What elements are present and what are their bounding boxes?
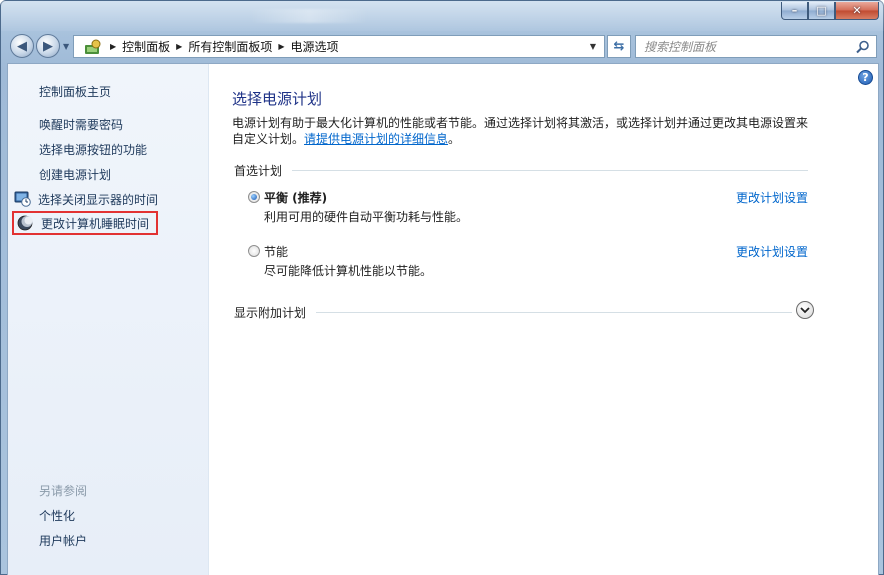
sidebar-item-create-plan[interactable]: 创建电源计划 — [12, 162, 158, 186]
sidebar-item-label: 选择关闭显示器的时间 — [38, 192, 159, 207]
title-bar[interactable]: – □ ✕ — [1, 1, 884, 31]
sidebar-item-wake-password[interactable]: 唤醒时需要密码 — [12, 112, 158, 136]
expand-button[interactable] — [796, 301, 814, 319]
sidebar-item-display-off[interactable]: 选择关闭显示器的时间 — [12, 187, 158, 211]
plan-description: 尽可能降低计算机性能以节能。 — [264, 264, 433, 278]
plan-power-saver-radio[interactable] — [248, 245, 260, 257]
address-bar[interactable]: ▶ 控制面板 ▶ 所有控制面板项 ▶ 电源选项 ▼ — [73, 35, 605, 58]
sidebar-item-power-buttons[interactable]: 选择电源按钮的功能 — [12, 137, 158, 161]
sidebar-item-label: 创建电源计划 — [39, 167, 112, 182]
page-description: 电源计划有助于最大化计算机的性能或者节能。通过选择计划将其激活，或选择计划并通过… — [232, 115, 812, 147]
breadcrumb-separator-icon[interactable]: ▶ — [278, 42, 284, 51]
maximize-button[interactable]: □ — [808, 2, 835, 20]
control-panel-icon — [82, 38, 104, 56]
content-area: 控制面板主页 唤醒时需要密码 选择电源按钮的功能 创建电源计划 选择关闭显示器的… — [7, 63, 879, 575]
refresh-button[interactable]: ⇆ — [607, 35, 631, 58]
maximize-icon: □ — [816, 4, 827, 17]
minimize-icon: – — [791, 4, 798, 17]
forward-button[interactable]: ▶ — [36, 34, 60, 58]
plan-balanced-radio[interactable] — [248, 191, 260, 203]
sidebar-link-user-accounts[interactable]: 用户帐户 — [39, 532, 87, 549]
close-button[interactable]: ✕ — [835, 2, 879, 20]
blank-icon — [14, 115, 32, 133]
help-button[interactable]: ? — [858, 70, 873, 85]
plan-details-link[interactable]: 请提供电源计划的详细信息 — [304, 132, 448, 146]
navigation-bar: ◀ ▶ ▼ ▶ 控制面板 ▶ 所有控制面板项 ▶ 电源选项 ▼ ⇆ — [7, 32, 879, 60]
see-also-heading: 另请参阅 — [39, 484, 88, 498]
help-icon: ? — [862, 71, 869, 84]
search-icon[interactable] — [856, 40, 870, 54]
minimize-button[interactable]: – — [781, 2, 808, 20]
breadcrumb-power-options[interactable]: 电源选项 — [291, 38, 339, 55]
back-arrow-icon: ◀ — [17, 38, 27, 54]
preferred-plans-label: 首选计划 — [234, 164, 283, 178]
moon-icon — [16, 214, 34, 232]
breadcrumb-separator-icon[interactable]: ▶ — [110, 42, 116, 51]
plan-name[interactable]: 平衡 (推荐) — [264, 189, 327, 206]
window-frame: – □ ✕ ◀ ▶ ▼ ▶ 控制面板 ▶ 所有控制面板项 ▶ 电源选项 ▼ ⇆ — [0, 0, 884, 575]
address-dropdown-icon[interactable]: ▼ — [590, 42, 596, 51]
sidebar-item-sleep-time[interactable]: 更改计算机睡眠时间 — [12, 211, 158, 235]
display-clock-icon — [14, 190, 31, 208]
search-input[interactable] — [644, 39, 849, 54]
breadcrumb-control-panel[interactable]: 控制面板 — [122, 38, 170, 55]
change-plan-settings-link[interactable]: 更改计划设置 — [736, 189, 808, 206]
divider — [292, 170, 808, 171]
title-bar-glare — [249, 9, 369, 23]
sidebar-link-personalization[interactable]: 个性化 — [39, 507, 75, 524]
sidebar-item-label: 更改计算机睡眠时间 — [41, 216, 150, 231]
breadcrumb-separator-icon[interactable]: ▶ — [176, 42, 182, 51]
search-box[interactable] — [635, 35, 877, 58]
chevron-down-icon — [800, 307, 810, 314]
close-icon: ✕ — [852, 4, 862, 17]
sidebar-item-label: 唤醒时需要密码 — [39, 117, 124, 132]
blank-icon — [14, 165, 32, 183]
back-button[interactable]: ◀ — [10, 34, 34, 58]
additional-plans-header[interactable]: 显示附加计划 — [234, 301, 814, 321]
refresh-icon: ⇆ — [613, 39, 625, 54]
change-plan-settings-link[interactable]: 更改计划设置 — [736, 243, 808, 260]
description-end: 。 — [448, 132, 461, 146]
plan-name[interactable]: 节能 — [264, 243, 288, 260]
additional-plans-label: 显示附加计划 — [234, 306, 307, 320]
task-pane: 控制面板主页 唤醒时需要密码 选择电源按钮的功能 创建电源计划 选择关闭显示器的… — [8, 64, 209, 575]
blank-icon — [14, 140, 32, 158]
sidebar-item-label: 选择电源按钮的功能 — [39, 142, 148, 157]
forward-arrow-icon: ▶ — [43, 38, 53, 54]
breadcrumb-all-items[interactable]: 所有控制面板项 — [188, 38, 272, 55]
divider — [316, 312, 792, 313]
caption-buttons: – □ ✕ — [781, 2, 879, 20]
page-title: 选择电源计划 — [232, 90, 323, 108]
plan-description: 利用可用的硬件自动平衡功耗与性能。 — [264, 210, 469, 224]
control-panel-home-link[interactable]: 控制面板主页 — [39, 83, 111, 100]
preferred-plans-header: 首选计划 — [234, 162, 808, 179]
recent-pages-dropdown-icon[interactable]: ▼ — [63, 42, 69, 51]
